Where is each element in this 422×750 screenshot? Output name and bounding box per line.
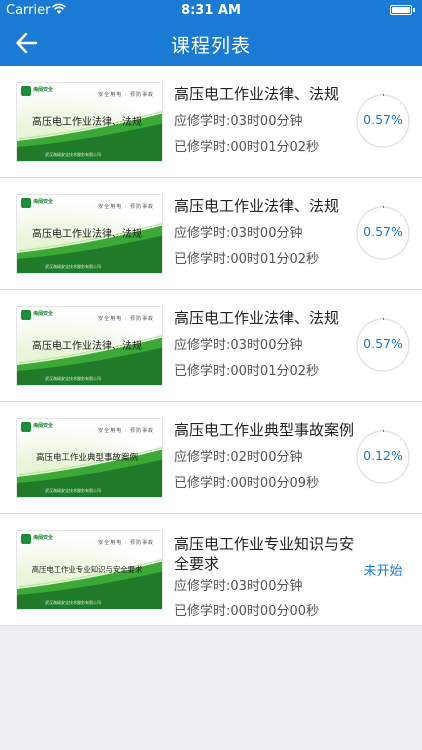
thumbnail-title: 高压电工作业法律、法规 bbox=[32, 341, 142, 352]
thumbnail-title: 高压电工作业专业知识与安全要求 bbox=[31, 565, 143, 574]
clock: 8:31 AM bbox=[181, 3, 241, 18]
progress-ring: 0.57% bbox=[355, 317, 411, 373]
course-item[interactable]: 海阔安全 安全用电 · 预防事故 高压电工作业法律、法规 武汉海阔安全技术服务有… bbox=[0, 66, 422, 178]
logo-text: 海阔安全 bbox=[33, 423, 54, 429]
course-thumbnail: 海阔安全 安全用电 · 预防事故 高压电工作业专业知识与安全要求 武汉海阔安全技… bbox=[16, 530, 163, 610]
completed-hours: 已修学时:00时01分02秒 bbox=[174, 140, 320, 155]
course-info: 高压电工作业法律、法规 应修学时:03时00分钟 已修学时:00时01分02秒 bbox=[174, 196, 354, 269]
course-info: 高压电工作业典型事故案例 应修学时:02时00分钟 已修学时:00时00分09秒 bbox=[174, 420, 354, 493]
course-thumbnail: 海阔安全 安全用电 · 预防事故 高压电工作业法律、法规 武汉海阔安全技术服务有… bbox=[16, 306, 163, 386]
status-label: 未开始 bbox=[363, 564, 403, 579]
required-hours: 应修学时:03时00分钟 bbox=[174, 114, 303, 129]
required-hours: 应修学时:03时00分钟 bbox=[174, 338, 303, 353]
thumbnail-title: 高压电工作业典型事故案例 bbox=[35, 453, 138, 463]
course-item[interactable]: 海阔安全 安全用电 · 预防事故 高压电工作业法律、法规 武汉海阔安全技术服务有… bbox=[0, 178, 422, 290]
progress-label: 0.57% bbox=[363, 336, 403, 351]
navigation-bar: 课程列表 bbox=[0, 20, 422, 66]
thumbnail-company: 武汉海阔安全技术服务有限公司 bbox=[45, 152, 101, 157]
progress-ring: 0.57% bbox=[355, 93, 411, 149]
thumbnail-title: 高压电工作业法律、法规 bbox=[32, 229, 142, 240]
course-name: 高压电工作业典型事故案例 bbox=[174, 421, 355, 439]
course-name: 高压电工作业法律、法规 bbox=[174, 85, 340, 103]
completed-hours: 已修学时:00时01分02秒 bbox=[174, 364, 320, 379]
course-list: 海阔安全 安全用电 · 预防事故 高压电工作业法律、法规 武汉海阔安全技术服务有… bbox=[0, 66, 422, 626]
thumbnail-slogan: 安全用电 · 预防事故 bbox=[98, 540, 154, 546]
thumbnail-company: 武汉海阔安全技术服务有限公司 bbox=[45, 264, 101, 269]
course-thumbnail: 海阔安全 安全用电 · 预防事故 高压电工作业典型事故案例 武汉海阔安全技术服务… bbox=[16, 418, 163, 498]
course-name: 高压电工作业法律、法规 bbox=[174, 197, 340, 215]
course-name: 高压电工作业法律、法规 bbox=[174, 309, 340, 327]
course-item[interactable]: 海阔安全 安全用电 · 预防事故 高压电工作业专业知识与安全要求 武汉海阔安全技… bbox=[0, 514, 422, 626]
status-bar: Carrier 8:31 AM bbox=[0, 0, 422, 20]
logo-icon bbox=[21, 534, 31, 544]
progress-label: 0.57% bbox=[363, 112, 403, 127]
required-hours: 应修学时:02时00分钟 bbox=[174, 450, 303, 465]
thumbnail-slogan: 安全用电 · 预防事故 bbox=[98, 204, 154, 210]
logo-text: 海阔安全 bbox=[33, 199, 54, 205]
completed-hours: 已修学时:00时01分02秒 bbox=[174, 252, 320, 267]
logo-icon bbox=[21, 310, 31, 320]
battery-icon bbox=[390, 5, 415, 15]
progress-label: 0.57% bbox=[363, 224, 403, 239]
required-hours: 应修学时:03时00分钟 bbox=[174, 579, 303, 594]
progress-label: 0.12% bbox=[363, 448, 403, 463]
logo-icon bbox=[21, 198, 31, 208]
completed-hours: 已修学时:00时00分09秒 bbox=[174, 476, 320, 491]
course-info: 高压电工作业专业知识与安全要求 应修学时:03时00分钟 已修学时:00时00分… bbox=[174, 534, 354, 621]
required-hours: 应修学时:03时00分钟 bbox=[174, 226, 303, 241]
progress-ring: 0.57% bbox=[355, 205, 411, 261]
course-name: 高压电工作业专业知识与安全要求 bbox=[174, 535, 355, 573]
thumbnail-title: 高压电工作业法律、法规 bbox=[32, 117, 142, 128]
logo-icon bbox=[21, 422, 31, 432]
logo-text: 海阔安全 bbox=[33, 87, 54, 93]
course-info: 高压电工作业法律、法规 应修学时:03时00分钟 已修学时:00时01分02秒 bbox=[174, 84, 354, 157]
course-thumbnail: 海阔安全 安全用电 · 预防事故 高压电工作业法律、法规 武汉海阔安全技术服务有… bbox=[16, 82, 163, 162]
logo-icon bbox=[21, 86, 31, 96]
logo-text: 海阔安全 bbox=[33, 311, 54, 317]
course-info: 高压电工作业法律、法规 应修学时:03时00分钟 已修学时:00时01分02秒 bbox=[174, 308, 354, 381]
thumbnail-company: 武汉海阔安全技术服务有限公司 bbox=[45, 600, 101, 605]
course-thumbnail: 海阔安全 安全用电 · 预防事故 高压电工作业法律、法规 武汉海阔安全技术服务有… bbox=[16, 194, 163, 274]
progress-ring: 0.12% bbox=[355, 429, 411, 485]
completed-hours: 已修学时:00时00分00秒 bbox=[174, 604, 320, 619]
thumbnail-slogan: 安全用电 · 预防事故 bbox=[98, 316, 154, 322]
course-item[interactable]: 海阔安全 安全用电 · 预防事故 高压电工作业典型事故案例 武汉海阔安全技术服务… bbox=[0, 402, 422, 514]
course-item[interactable]: 海阔安全 安全用电 · 预防事故 高压电工作业法律、法规 武汉海阔安全技术服务有… bbox=[0, 290, 422, 402]
thumbnail-company: 武汉海阔安全技术服务有限公司 bbox=[45, 488, 101, 493]
thumbnail-slogan: 安全用电 · 预防事故 bbox=[98, 92, 154, 98]
thumbnail-company: 武汉海阔安全技术服务有限公司 bbox=[45, 376, 101, 381]
thumbnail-slogan: 安全用电 · 预防事故 bbox=[98, 428, 154, 434]
logo-text: 海阔安全 bbox=[33, 535, 54, 541]
page-title: 课程列表 bbox=[170, 35, 251, 57]
